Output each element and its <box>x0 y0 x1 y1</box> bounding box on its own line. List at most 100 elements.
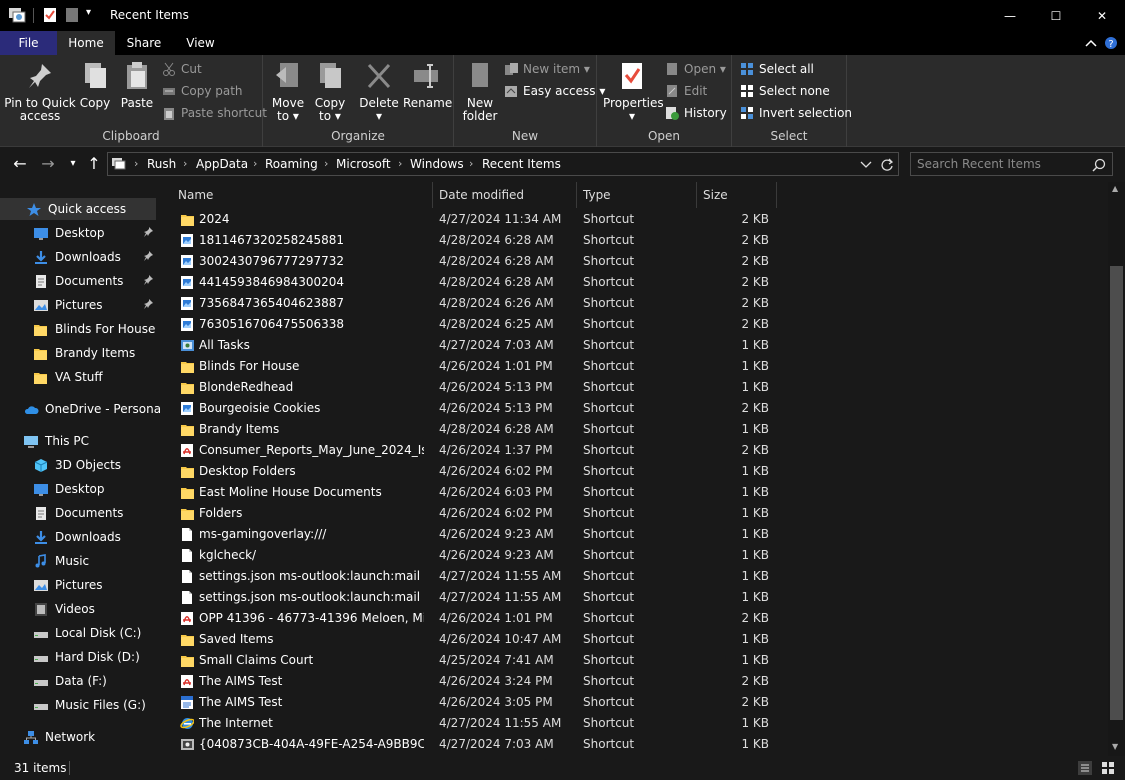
invert-selection-button[interactable]: Invert selection <box>740 103 852 123</box>
address-bar[interactable]: › Rush › AppData › Roaming › Microsoft ›… <box>107 152 899 176</box>
easy-access-button[interactable]: Easy access ▾ <box>504 81 605 101</box>
tab-home[interactable]: Home <box>57 31 115 55</box>
file-row[interactable]: Bourgeoisie Cookies 4/26/2024 5:13 PM Shor… <box>160 398 780 419</box>
nav-item-hard-disk-d[interactable]: Hard Disk (D:) <box>0 646 156 668</box>
column-header-name[interactable]: Name ˄ <box>172 182 433 208</box>
nav-item-blinds-for-house[interactable]: Blinds For House <box>0 318 156 340</box>
nav-item-music[interactable]: Music <box>0 550 156 572</box>
address-dropdown-icon[interactable] <box>860 160 872 170</box>
paste-button[interactable]: Paste <box>117 61 157 110</box>
new-item-button[interactable]: New item ▾ <box>504 59 590 79</box>
file-row[interactable]: 1811467320258245881 4/28/2024 6:28 AM Shor… <box>160 230 780 251</box>
nav-item-pictures[interactable]: Pictures <box>0 574 156 596</box>
file-row[interactable]: The Internet 4/27/2024 11:55 AM Shortcut 1 … <box>160 713 780 734</box>
file-row[interactable]: kglcheck/4/26/2024 9:23 AM Shortcut 1 KB <box>160 545 780 566</box>
file-row[interactable]: Folders 4/26/2024 6:02 PM Shortcut 1 KB <box>160 503 780 524</box>
collapse-ribbon-icon[interactable] <box>1085 38 1097 48</box>
scroll-up-icon[interactable]: ▲ <box>1112 184 1118 193</box>
edit-button[interactable]: Edit <box>665 81 707 101</box>
copy-path-button[interactable]: Copy path <box>162 81 243 101</box>
file-row[interactable]: Brandy Items 4/28/2024 6:28 AM Shortcut 1 K… <box>160 419 780 440</box>
delete-button[interactable]: Delete ▾ <box>359 61 399 123</box>
breadcrumb-rush[interactable]: Rush <box>147 157 176 171</box>
search-icon[interactable] <box>1092 158 1106 172</box>
vertical-scrollbar[interactable]: ▲ ▼ <box>1108 182 1125 756</box>
nav-item-local-disk-c[interactable]: Local Disk (C:) <box>0 622 156 644</box>
search-input[interactable] <box>917 156 1087 172</box>
select-none-button[interactable]: Select none <box>740 81 830 101</box>
open-button[interactable]: Open ▾ <box>665 59 726 79</box>
file-row[interactable]: BlondeRedhead 4/26/2024 5:13 PM Shortcut 1 … <box>160 377 780 398</box>
back-button[interactable]: ← <box>10 154 30 174</box>
recent-items-icon[interactable] <box>8 7 26 23</box>
file-row[interactable]: 7356847365404623887 4/28/2024 6:26 AM Shor… <box>160 293 780 314</box>
file-row[interactable]: settings.json ms-outlook:launch:mail 4/27… <box>160 566 780 587</box>
qat-dropdown-icon[interactable]: ▾ <box>86 7 91 18</box>
properties-button[interactable]: Properties ▾ <box>603 61 664 123</box>
scroll-thumb[interactable] <box>1110 266 1123 720</box>
file-row[interactable]: The AIMS Test 4/26/2024 3:24 PM Shortcut 2 … <box>160 671 780 692</box>
file-row[interactable]: Small Claims Court 4/25/2024 7:41 AM Short… <box>160 650 780 671</box>
new-folder-button[interactable]: New folder <box>460 61 500 123</box>
nav-item-onedrive-personal[interactable]: OneDrive - Personal <box>0 398 160 420</box>
column-header-date-modified[interactable]: Date modified <box>433 182 577 208</box>
nav-item-documents[interactable]: Documents <box>0 502 156 524</box>
breadcrumb-roaming[interactable]: Roaming <box>265 157 318 171</box>
breadcrumb-microsoft[interactable]: Microsoft <box>336 157 391 171</box>
file-row[interactable]: The AIMS Test 4/26/2024 3:05 PM Shortcut 2 … <box>160 692 780 713</box>
file-row[interactable]: settings.json ms-outlook:launch:mail 4/27… <box>160 587 780 608</box>
file-row[interactable]: East Moline House Documents 4/26/2024 6:0… <box>160 482 780 503</box>
select-all-button[interactable]: Select all <box>740 59 814 79</box>
copy-button[interactable]: Copy <box>76 61 114 110</box>
breadcrumb-appdata[interactable]: AppData <box>196 157 248 171</box>
file-row[interactable]: 2024 4/27/2024 11:34 AM Shortcut 2 KB <box>160 209 780 230</box>
nav-item-desktop[interactable]: Desktop <box>0 478 156 500</box>
nav-item-desktop[interactable]: Desktop <box>0 222 156 244</box>
nav-item-brandy-items[interactable]: Brandy Items <box>0 342 156 364</box>
file-row[interactable]: Saved Items 4/26/2024 10:47 AM Shortcut 1 K… <box>160 629 780 650</box>
breadcrumb-windows[interactable]: Windows <box>410 157 464 171</box>
nav-item-music-files-g[interactable]: Music Files (G:) <box>0 694 156 716</box>
recent-locations-button[interactable]: ▾ <box>63 154 83 174</box>
nav-item-downloads[interactable]: Downloads <box>0 246 156 268</box>
nav-item-3d-objects[interactable]: 3D Objects <box>0 454 156 476</box>
file-row[interactable]: All Tasks 4/27/2024 7:03 AM Shortcut 1 KB <box>160 335 780 356</box>
paste-shortcut-button[interactable]: Paste shortcut <box>162 103 267 123</box>
nav-item-data-f[interactable]: Data (F:) <box>0 670 156 692</box>
file-row[interactable]: ms-gamingoverlay:/// 4/26/2024 9:23 AM Sho… <box>160 524 780 545</box>
breadcrumb-recent-items[interactable]: Recent Items <box>482 157 561 171</box>
column-header-size[interactable]: Size <box>697 182 777 208</box>
file-row[interactable]: {040873CB-404A-49FE-A254-A9BB9CEFA... 4/2… <box>160 734 780 755</box>
file-row[interactable]: Blinds For House 4/26/2024 1:01 PM Shortcu… <box>160 356 780 377</box>
forward-button[interactable]: → <box>38 154 58 174</box>
up-button[interactable]: ↑ <box>84 154 104 174</box>
history-button[interactable]: History <box>665 103 727 123</box>
nav-item-va-stuff[interactable]: VA Stuff <box>0 366 156 388</box>
maximize-button[interactable]: ☐ <box>1033 0 1079 31</box>
scroll-down-icon[interactable]: ▼ <box>1112 742 1118 751</box>
close-button[interactable]: ✕ <box>1079 0 1125 31</box>
details-view-icon[interactable] <box>1078 761 1092 775</box>
nav-item-videos[interactable]: Videos <box>0 598 156 620</box>
help-icon[interactable]: ? <box>1104 36 1118 50</box>
file-row[interactable]: Desktop Folders 4/26/2024 6:02 PM Shortcut… <box>160 461 780 482</box>
nav-item-this-pc[interactable]: This PC <box>0 430 156 452</box>
column-header-type[interactable]: Type <box>577 182 697 208</box>
nav-item-documents[interactable]: Documents <box>0 270 156 292</box>
file-row[interactable]: Consumer_Reports_May_June_2024_Issue 4/26… <box>160 440 780 461</box>
nav-item-quick-access[interactable]: Quick access <box>0 198 156 220</box>
pin-to-quick-access-button[interactable]: Pin to Quick access <box>4 61 76 123</box>
file-row[interactable]: 4414593846984300204 4/28/2024 6:28 AM Shor… <box>160 272 780 293</box>
tab-view[interactable]: View <box>173 31 228 55</box>
new-folder-qat-icon[interactable] <box>64 7 80 23</box>
file-row[interactable]: OPP 41396 - 46773-41396 Meloen, Micha...… <box>160 608 780 629</box>
minimize-button[interactable]: — <box>987 0 1033 31</box>
large-icons-view-icon[interactable] <box>1101 761 1115 775</box>
move-to-button[interactable]: Move to ▾ <box>269 61 307 123</box>
refresh-icon[interactable] <box>880 158 894 172</box>
file-row[interactable]: 3002430796777297732 4/28/2024 6:28 AM Shor… <box>160 251 780 272</box>
file-row[interactable]: 7630516706475506338 4/28/2024 6:25 AM Shor… <box>160 314 780 335</box>
rename-button[interactable]: Rename <box>403 61 452 110</box>
tab-share[interactable]: Share <box>115 31 173 55</box>
nav-item-network[interactable]: Network <box>0 726 156 748</box>
